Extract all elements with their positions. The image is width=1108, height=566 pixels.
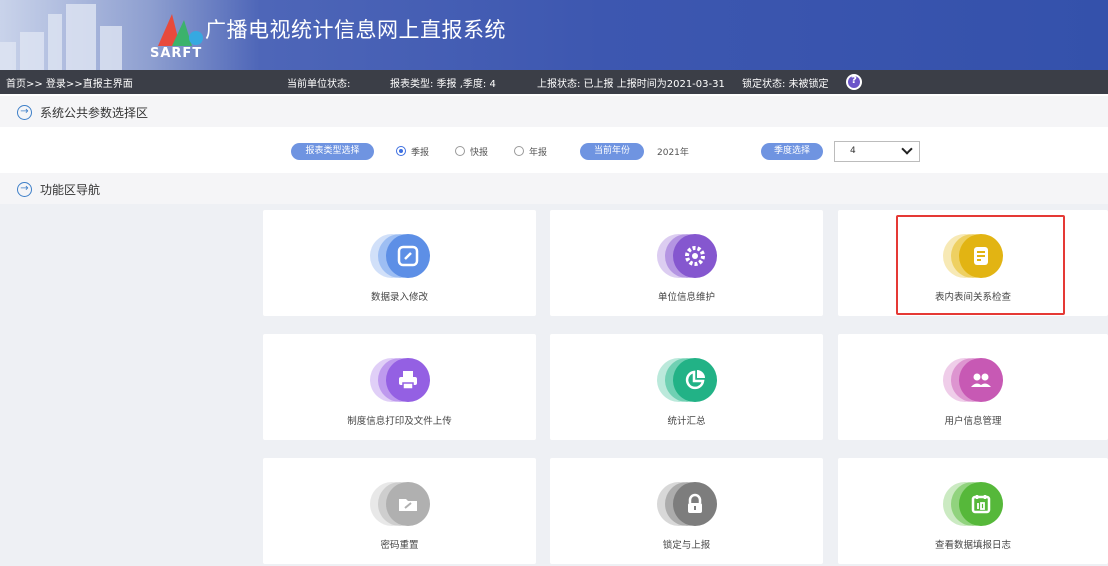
gear-icon bbox=[656, 234, 717, 278]
app-title: 广播电视统计信息网上直报系统 bbox=[205, 18, 506, 42]
users-icon bbox=[943, 358, 1003, 402]
params-bar: 报表类型选择 季报 快报 年报 当前年份 2021年 季度选择 4 bbox=[0, 127, 1108, 173]
tile-statistics-summary[interactable]: 统计汇总 bbox=[550, 334, 823, 440]
lock-state-status: 锁定状态: 未被锁定 bbox=[742, 79, 829, 90]
printer-icon bbox=[369, 358, 430, 402]
lock-icon bbox=[656, 482, 717, 526]
building-graphic bbox=[20, 32, 44, 70]
tile-data-entry[interactable]: 数据录入修改 bbox=[263, 210, 536, 316]
radio-label[interactable]: 快报 bbox=[470, 145, 488, 158]
breadcrumb[interactable]: 首页>> 登录>>直报主界面 bbox=[6, 75, 133, 90]
calendar-icon bbox=[943, 482, 1003, 526]
sarft-logo-icon bbox=[158, 14, 203, 46]
tile-lock-submit[interactable]: 锁定与上报 bbox=[550, 458, 823, 564]
logo-text: SARFT bbox=[150, 46, 203, 61]
tile-label: 数据录入修改 bbox=[370, 292, 428, 303]
help-icon[interactable]: ? bbox=[846, 74, 862, 90]
header-banner: SARFT 广播电视统计信息网上直报系统 bbox=[0, 0, 1108, 70]
tile-label: 单位信息维护 bbox=[657, 292, 715, 303]
radio-flash[interactable] bbox=[455, 146, 465, 156]
radio-annual[interactable] bbox=[514, 146, 524, 156]
tile-unit-info[interactable]: 单位信息维护 bbox=[550, 210, 823, 316]
tile-label: 锁定与上报 bbox=[662, 540, 711, 551]
tile-password-reset[interactable]: 密码重置 bbox=[263, 458, 536, 564]
tile-print-upload[interactable]: 制度信息打印及文件上传 bbox=[263, 334, 536, 440]
section-title: 系统公共参数选择区 bbox=[40, 106, 149, 120]
params-section-header: → 系统公共参数选择区 bbox=[0, 96, 1108, 128]
quarter-select-label: 季度选择 bbox=[761, 143, 823, 160]
pie-chart-icon bbox=[656, 358, 717, 402]
tile-user-management[interactable]: 用户信息管理 bbox=[838, 334, 1108, 440]
current-year-value: 2021年 bbox=[657, 148, 689, 158]
edit-icon bbox=[369, 234, 430, 278]
unit-status-label: 当前单位状态: bbox=[287, 79, 351, 90]
quarter-select[interactable]: 4 bbox=[834, 141, 920, 162]
building-graphic bbox=[100, 26, 122, 70]
radio-label[interactable]: 年报 bbox=[529, 145, 547, 158]
section-title: 功能区导航 bbox=[40, 183, 101, 197]
tile-label: 统计汇总 bbox=[667, 416, 706, 427]
tile-label: 密码重置 bbox=[380, 540, 419, 551]
tile-label: 用户信息管理 bbox=[944, 416, 1002, 427]
building-graphic bbox=[0, 42, 16, 70]
radio-label[interactable]: 季报 bbox=[411, 145, 429, 158]
radio-quarterly[interactable] bbox=[396, 146, 406, 156]
quarter-select-value: 4 bbox=[850, 146, 856, 156]
status-bar: 首页>> 登录>>直报主界面 当前单位状态: 报表类型: 季报 ,季度: 4 上… bbox=[0, 70, 1108, 94]
arrow-right-circle-icon: → bbox=[17, 182, 32, 197]
building-graphic bbox=[66, 4, 96, 70]
highlight-box bbox=[896, 215, 1065, 315]
chevron-down-icon bbox=[901, 143, 913, 155]
report-state-status: 上报状态: 已上报 上报时间为2021-03-31 bbox=[537, 79, 725, 90]
tile-label: 查看数据填报日志 bbox=[934, 540, 1011, 551]
tile-view-log[interactable]: 查看数据填报日志 bbox=[838, 458, 1108, 564]
key-folder-icon bbox=[369, 482, 430, 526]
nav-section-header: → 功能区导航 bbox=[0, 173, 1108, 205]
report-type-status: 报表类型: 季报 ,季度: 4 bbox=[390, 79, 496, 90]
report-type-label: 报表类型选择 bbox=[291, 143, 374, 160]
tile-label: 制度信息打印及文件上传 bbox=[347, 416, 452, 427]
current-year-label: 当前年份 bbox=[580, 143, 644, 160]
arrow-right-circle-icon: → bbox=[17, 105, 32, 120]
building-graphic bbox=[48, 14, 62, 70]
